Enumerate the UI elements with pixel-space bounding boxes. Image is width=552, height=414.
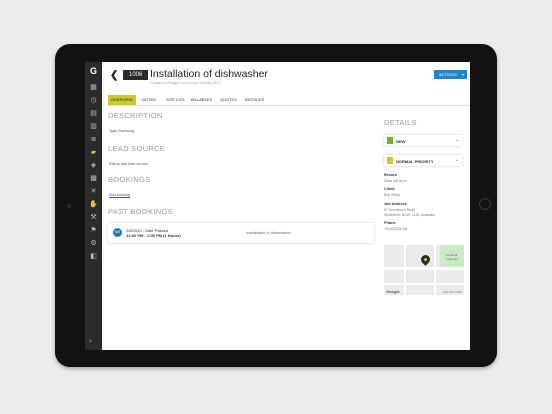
google-logo: Google (386, 289, 400, 294)
toggle-icon[interactable]: ◧ (89, 253, 98, 261)
avatar: MS (113, 228, 122, 237)
job-created-subline: Created by Maggie on Monday 3rd May 2019 (150, 81, 221, 85)
address-line-1: 87 Hornsbush Road (384, 208, 416, 212)
address-label: Job Address (384, 202, 407, 206)
road (434, 245, 436, 295)
jobs-icon[interactable]: ▰ (89, 149, 98, 157)
page-title: Installation of dishwasher (150, 68, 268, 80)
lead-source-heading: LEAD SOURCE (108, 144, 166, 153)
calendar-icon[interactable]: ▦ (89, 84, 98, 92)
collapse-icon[interactable]: › (89, 336, 92, 345)
details-heading: DETAILS (384, 118, 417, 127)
tab-invoices[interactable]: INVOICES (242, 95, 267, 105)
wrench-icon[interactable]: ⚒ (89, 214, 98, 222)
status-label: NEW (396, 138, 406, 144)
tab-overview[interactable]: OVERVIEW (108, 95, 136, 105)
client-label: Client (384, 187, 395, 191)
bookings-heading: BOOKINGS (108, 175, 151, 184)
priority-label: NORMAL PRIORITY (396, 158, 434, 164)
main-content: ❮ 1006 Installation of dishwasher Create… (102, 62, 470, 350)
road (384, 267, 464, 270)
map-copyright: Map data ©2019 (443, 291, 462, 294)
camera (67, 204, 71, 208)
tab-site-log[interactable]: SITE LOG (163, 95, 187, 105)
description-text[interactable]: Type Samsung (109, 129, 134, 133)
list-icon[interactable]: ≣ (89, 136, 98, 144)
status-select[interactable]: NEW ⌄ (384, 135, 462, 146)
hand-icon[interactable]: ✋ (89, 201, 98, 209)
booking-time: 12:00 PM - 1:00 PM (1 Hours) (126, 233, 181, 238)
tab-bar: OVERVIEW NOTES SITE LOG BILLABLES QUOTES… (108, 95, 470, 106)
document-icon[interactable]: ▥ (89, 123, 98, 131)
client-value[interactable]: Bob Sethy (384, 193, 400, 198)
road (384, 283, 464, 285)
settings-icon[interactable]: ⚙ (89, 240, 98, 248)
clock-icon[interactable]: ◷ (89, 97, 98, 105)
address-line-2: Strathfield, NSW, 2135, Australia (384, 213, 435, 217)
sidebar-rail: G ▦ ◷ ▤ ▥ ≣ ▰ ◈ ▩ ✕ ✋ ⚒ ⚑ ⚙ ◧ › (85, 62, 102, 350)
tab-notes[interactable]: NOTES (139, 95, 159, 105)
chevron-down-icon: ▾ (461, 72, 464, 77)
map-pin-dot (424, 258, 427, 261)
tab-quotes[interactable]: QUOTES (217, 95, 240, 105)
tag-icon[interactable]: ⚑ (89, 227, 98, 235)
booking-description: Installation of dishwasher (246, 230, 291, 235)
recurs-value: Does not recur (384, 179, 407, 183)
chevron-down-icon: ⌄ (454, 137, 459, 143)
tools-icon[interactable]: ✕ (89, 188, 98, 196)
status-swatch (387, 137, 393, 144)
home-button[interactable] (479, 198, 491, 210)
lead-source-text[interactable]: Edit to add lead source (109, 162, 148, 166)
building-icon[interactable]: ▩ (89, 175, 98, 183)
priority-select[interactable]: NORMAL PRIORITY ⌄ (384, 155, 462, 166)
layers-icon[interactable]: ◈ (89, 162, 98, 170)
description-heading: DESCRIPTION (108, 111, 163, 120)
app-screen: G ▦ ◷ ▤ ▥ ≣ ▰ ◈ ▩ ✕ ✋ ⚒ ⚑ ⚙ ◧ › ❮ 1006 I… (85, 62, 470, 350)
park-label: Cardinal Freeman (446, 253, 459, 261)
booking-card[interactable]: MS 2/8/2019 - Date Passed 12:00 PM - 1:0… (108, 223, 374, 243)
phone-value[interactable]: +61423321234 (384, 227, 407, 232)
road (404, 245, 406, 295)
recurs-label: Recurs (384, 173, 397, 177)
past-bookings-heading: PAST BOOKINGS (108, 207, 173, 216)
priority-swatch (387, 157, 393, 164)
back-arrow-icon[interactable]: ❮ (110, 70, 118, 81)
phone-label: Phone (384, 221, 396, 225)
job-number-badge: 1006 (123, 70, 149, 80)
tab-billables[interactable]: BILLABLES (188, 95, 215, 105)
map-icon[interactable]: ▤ (89, 110, 98, 118)
actions-label: ACTIONS (439, 72, 457, 77)
chevron-down-icon: ⌄ (454, 157, 459, 163)
logo[interactable]: G (85, 66, 102, 76)
add-booking-link[interactable]: Add booking (109, 193, 130, 197)
actions-button[interactable]: ACTIONS ▾ (434, 70, 467, 79)
location-map[interactable]: Cardinal Freeman Google Map data ©2019 (384, 245, 464, 295)
